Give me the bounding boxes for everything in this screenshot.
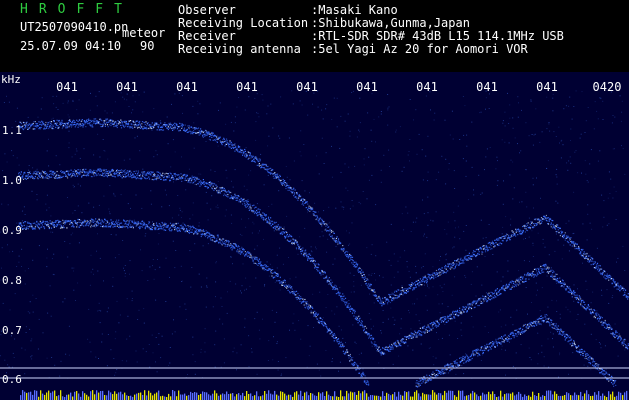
x-tick-label: 041	[296, 80, 318, 94]
x-tick-label: 041	[116, 80, 138, 94]
y-tick-label: 0.6	[2, 373, 22, 386]
y-tick-label: 0.7	[2, 324, 22, 337]
angle-value: 90	[140, 39, 155, 53]
x-tick-label: 041	[236, 80, 258, 94]
x-tick-label: 041	[176, 80, 198, 94]
x-tick-label: 041	[416, 80, 438, 94]
x-tick-label: 041	[56, 80, 78, 94]
y-tick-label: 0.9	[2, 224, 22, 237]
x-tick-label: 041	[356, 80, 378, 94]
timestamp: 25.07.09 04:10	[20, 39, 122, 53]
y-tick-label: 1.1	[2, 124, 22, 137]
spectrogram-plot	[0, 72, 629, 400]
y-tick-label: 0.8	[2, 274, 22, 287]
x-tick-label: 0420	[592, 80, 622, 94]
y-tick-label: 1.0	[2, 174, 22, 187]
info-row-antenna: Receiving antenna:5el Yagi Az 20 for Aom…	[178, 42, 528, 56]
x-tick-label: 041	[536, 80, 558, 94]
file-name: UT2507090410.pn	[20, 20, 129, 34]
header-panel: HROFFT UT2507090410.pn meteor 25.07.09 0…	[0, 0, 629, 72]
tag-label: meteor	[122, 26, 166, 40]
station-info: Observer:Masaki Kano Receiving Location:…	[178, 4, 564, 56]
app-logo: HROFFT	[20, 2, 133, 17]
y-unit-label: kHz	[1, 73, 21, 86]
x-tick-label: 041	[476, 80, 498, 94]
